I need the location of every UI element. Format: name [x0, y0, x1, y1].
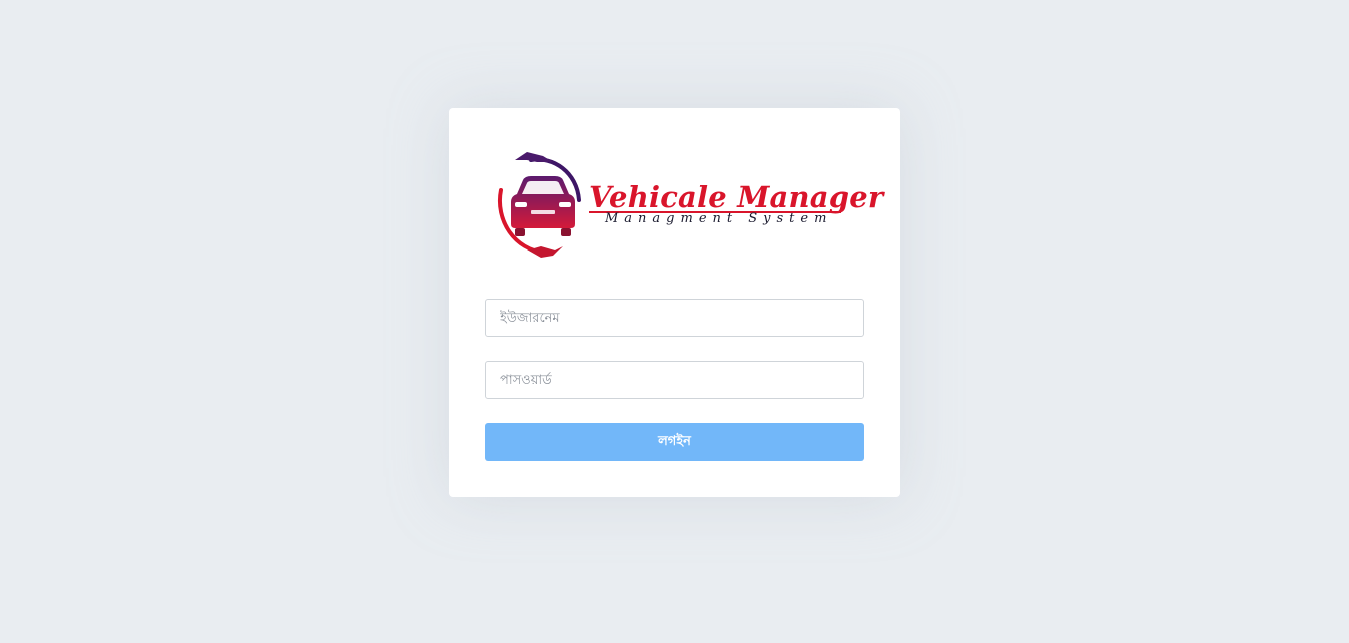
login-page: Vehicale Manager Managment System লগইন [0, 0, 1349, 643]
app-logo: Vehicale Manager Managment System [491, 150, 883, 260]
login-button[interactable]: লগইন [485, 423, 864, 461]
logo-subtitle: Managment System [605, 211, 833, 226]
login-card: Vehicale Manager Managment System লগইন [449, 108, 900, 497]
username-input[interactable] [485, 299, 864, 337]
car-in-hands-icon [497, 152, 581, 258]
password-input[interactable] [485, 361, 864, 399]
